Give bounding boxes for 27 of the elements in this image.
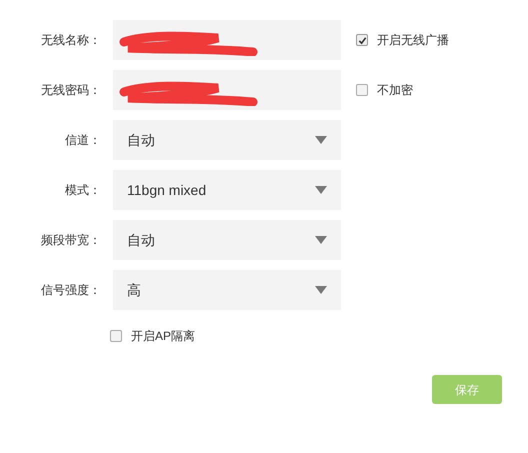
field-label: 无线名称： xyxy=(40,32,102,49)
dropdown[interactable]: 自动 xyxy=(113,220,341,260)
checkmark-icon xyxy=(358,36,366,44)
caret-icon xyxy=(315,136,327,144)
caret-icon xyxy=(315,186,327,194)
dropdown-value: 高 xyxy=(127,280,141,300)
caret-icon xyxy=(315,236,327,244)
field-label: 信道： xyxy=(64,132,102,149)
dropdown-value: 自动 xyxy=(127,130,155,150)
dropdown-value: 自动 xyxy=(127,230,155,250)
field-label: 模式： xyxy=(64,182,102,199)
checkbox[interactable] xyxy=(356,34,368,46)
dropdown[interactable]: 11bgn mixed xyxy=(113,170,341,210)
field-label: 信号强度： xyxy=(40,282,102,299)
dropdown[interactable]: 高 xyxy=(113,270,341,310)
caret-icon xyxy=(315,286,327,294)
checkbox[interactable] xyxy=(356,84,368,96)
dropdown[interactable]: 自动 xyxy=(113,120,341,160)
input-field[interactable] xyxy=(113,70,341,110)
dropdown-value: 11bgn mixed xyxy=(127,180,206,200)
field-label: 无线密码： xyxy=(40,82,102,99)
checkbox-label: 开启无线广播 xyxy=(377,32,449,49)
field-label: 频段带宽： xyxy=(40,232,102,249)
checkbox-label: 开启AP隔离 xyxy=(131,328,196,345)
checkbox-label: 不加密 xyxy=(377,82,413,99)
input-field[interactable] xyxy=(113,20,341,60)
checkbox[interactable] xyxy=(110,330,122,342)
